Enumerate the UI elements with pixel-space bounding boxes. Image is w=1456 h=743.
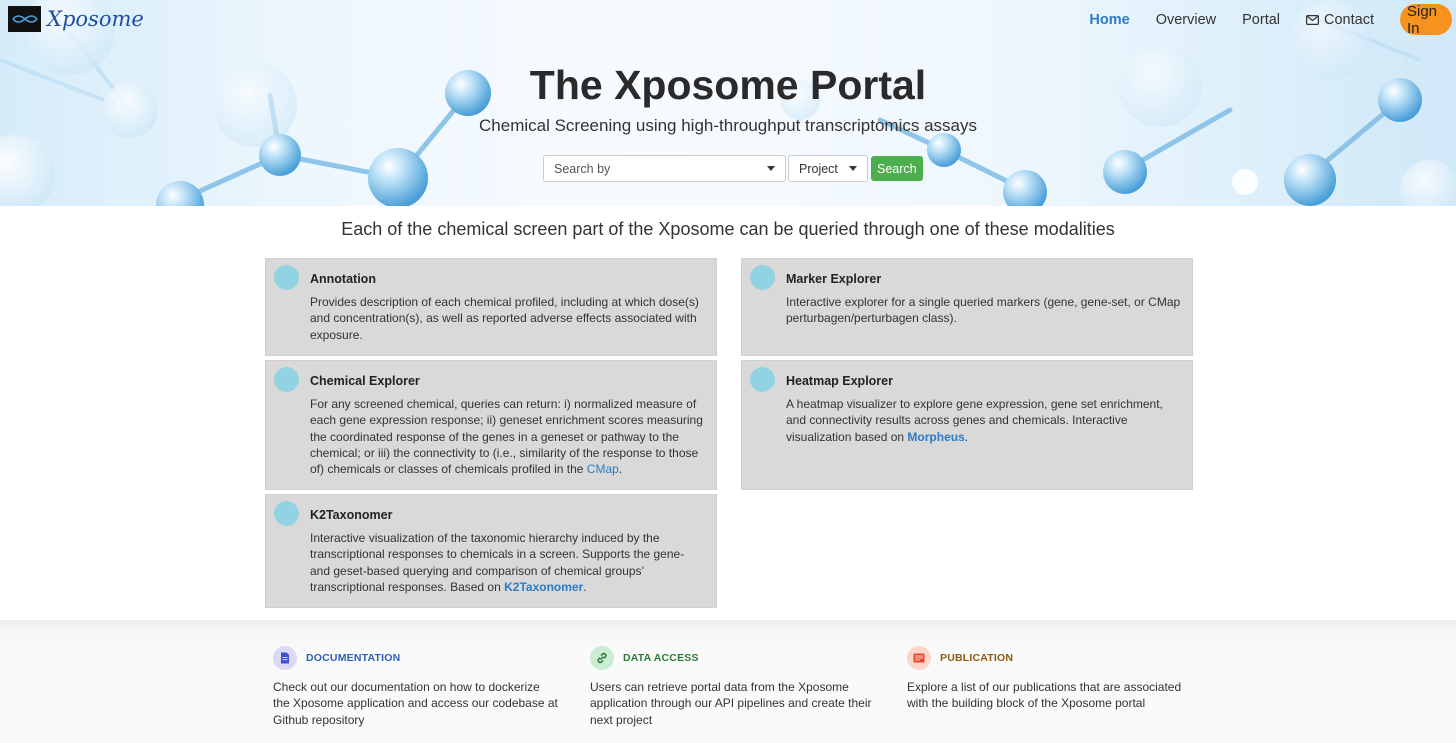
caret-down-icon <box>767 166 775 171</box>
feature-data-access[interactable]: DATA ACCESS Users can retrieve portal da… <box>590 646 875 728</box>
modality-card-heatmap-explorer[interactable]: Heatmap Explorer A heatmap visualizer to… <box>741 360 1193 490</box>
k2taxonomer-link[interactable]: K2Taxonomer <box>504 580 583 594</box>
modality-description: Interactive visualization of the taxonom… <box>310 530 705 595</box>
top-navigation: Home Overview Portal Contact Sign In <box>1089 3 1452 37</box>
modality-bullet-icon <box>750 367 775 392</box>
document-icon <box>273 646 297 670</box>
feature-description: Users can retrieve portal data from the … <box>590 680 872 727</box>
nav-portal-link[interactable]: Portal <box>1242 12 1280 28</box>
search-button[interactable]: Search <box>871 156 923 181</box>
morpheus-link[interactable]: Morpheus <box>907 430 964 444</box>
nav-overview-link[interactable]: Overview <box>1156 12 1216 28</box>
nav-contact-label: Contact <box>1324 11 1374 28</box>
cmap-link[interactable]: CMap <box>587 462 619 476</box>
modality-description-text: A heatmap visualizer to explore gene exp… <box>786 397 1163 444</box>
envelope-icon <box>1306 14 1320 25</box>
modality-title: K2Taxonomer <box>310 508 393 522</box>
modality-bullet-icon <box>274 367 299 392</box>
publication-icon <box>907 646 931 670</box>
modalities-heading: Each of the chemical screen part of the … <box>341 219 1115 239</box>
punctuation: . <box>618 462 623 477</box>
feature-publication[interactable]: PUBLICATION Explore a list of our public… <box>907 646 1192 712</box>
modality-bullet-icon <box>274 501 299 526</box>
modality-title: Heatmap Explorer <box>786 374 893 388</box>
modality-description-text: For any screened chemical, queries can r… <box>310 397 703 477</box>
search-bar: Search by Project Search <box>543 155 923 182</box>
hero-banner: Xposome Home Overview Portal Contact Sig… <box>0 0 1456 206</box>
modality-title: Annotation <box>310 272 376 286</box>
feature-description: Explore a list of our publications that … <box>907 680 1182 711</box>
search-by-select[interactable]: Search by <box>543 155 786 182</box>
feature-label: DATA ACCESS <box>623 652 699 664</box>
feature-label: DOCUMENTATION <box>306 652 401 664</box>
sign-in-button[interactable]: Sign In <box>1400 3 1452 37</box>
modality-card-marker-explorer[interactable]: Marker Explorer Interactive explorer for… <box>741 258 1193 356</box>
modality-bullet-icon <box>274 265 299 290</box>
feature-documentation[interactable]: DOCUMENTATION Check out our documentatio… <box>273 646 558 728</box>
project-select[interactable]: Project <box>788 155 868 182</box>
feature-description: Check out our documentation on how to do… <box>273 680 558 727</box>
modality-card-chemical-explorer[interactable]: Chemical Explorer For any screened chemi… <box>265 360 717 490</box>
project-select-label: Project <box>799 161 838 176</box>
page-subtitle: Chemical Screening using high-throughput… <box>479 116 977 135</box>
feature-label: PUBLICATION <box>940 652 1014 664</box>
brand-logo[interactable]: Xposome <box>8 6 144 32</box>
logo-mark-icon <box>8 6 41 32</box>
punctuation: . <box>964 429 969 444</box>
modality-bullet-icon <box>750 265 775 290</box>
nav-contact-link[interactable]: Contact <box>1306 12 1374 28</box>
modality-description-text: Interactive visualization of the taxonom… <box>310 531 685 594</box>
modality-card-k2taxonomer[interactable]: K2Taxonomer Interactive visualization of… <box>265 494 717 608</box>
nav-home-link[interactable]: Home <box>1089 12 1129 28</box>
modality-description: For any screened chemical, queries can r… <box>310 396 715 477</box>
page-title: The Xposome Portal <box>529 62 927 108</box>
modality-card-annotation[interactable]: Annotation Provides description of each … <box>265 258 717 356</box>
punctuation: . <box>583 579 587 594</box>
link-icon <box>590 646 614 670</box>
modality-description: A heatmap visualizer to explore gene exp… <box>786 396 1186 445</box>
modality-title: Chemical Explorer <box>310 374 420 388</box>
modality-description: Provides description of each chemical pr… <box>310 295 699 342</box>
brand-name: Xposome <box>47 7 144 31</box>
modality-title: Marker Explorer <box>786 272 882 286</box>
modality-description: Interactive explorer for a single querie… <box>786 295 1181 326</box>
search-by-placeholder: Search by <box>554 161 611 176</box>
caret-down-icon <box>849 166 857 171</box>
